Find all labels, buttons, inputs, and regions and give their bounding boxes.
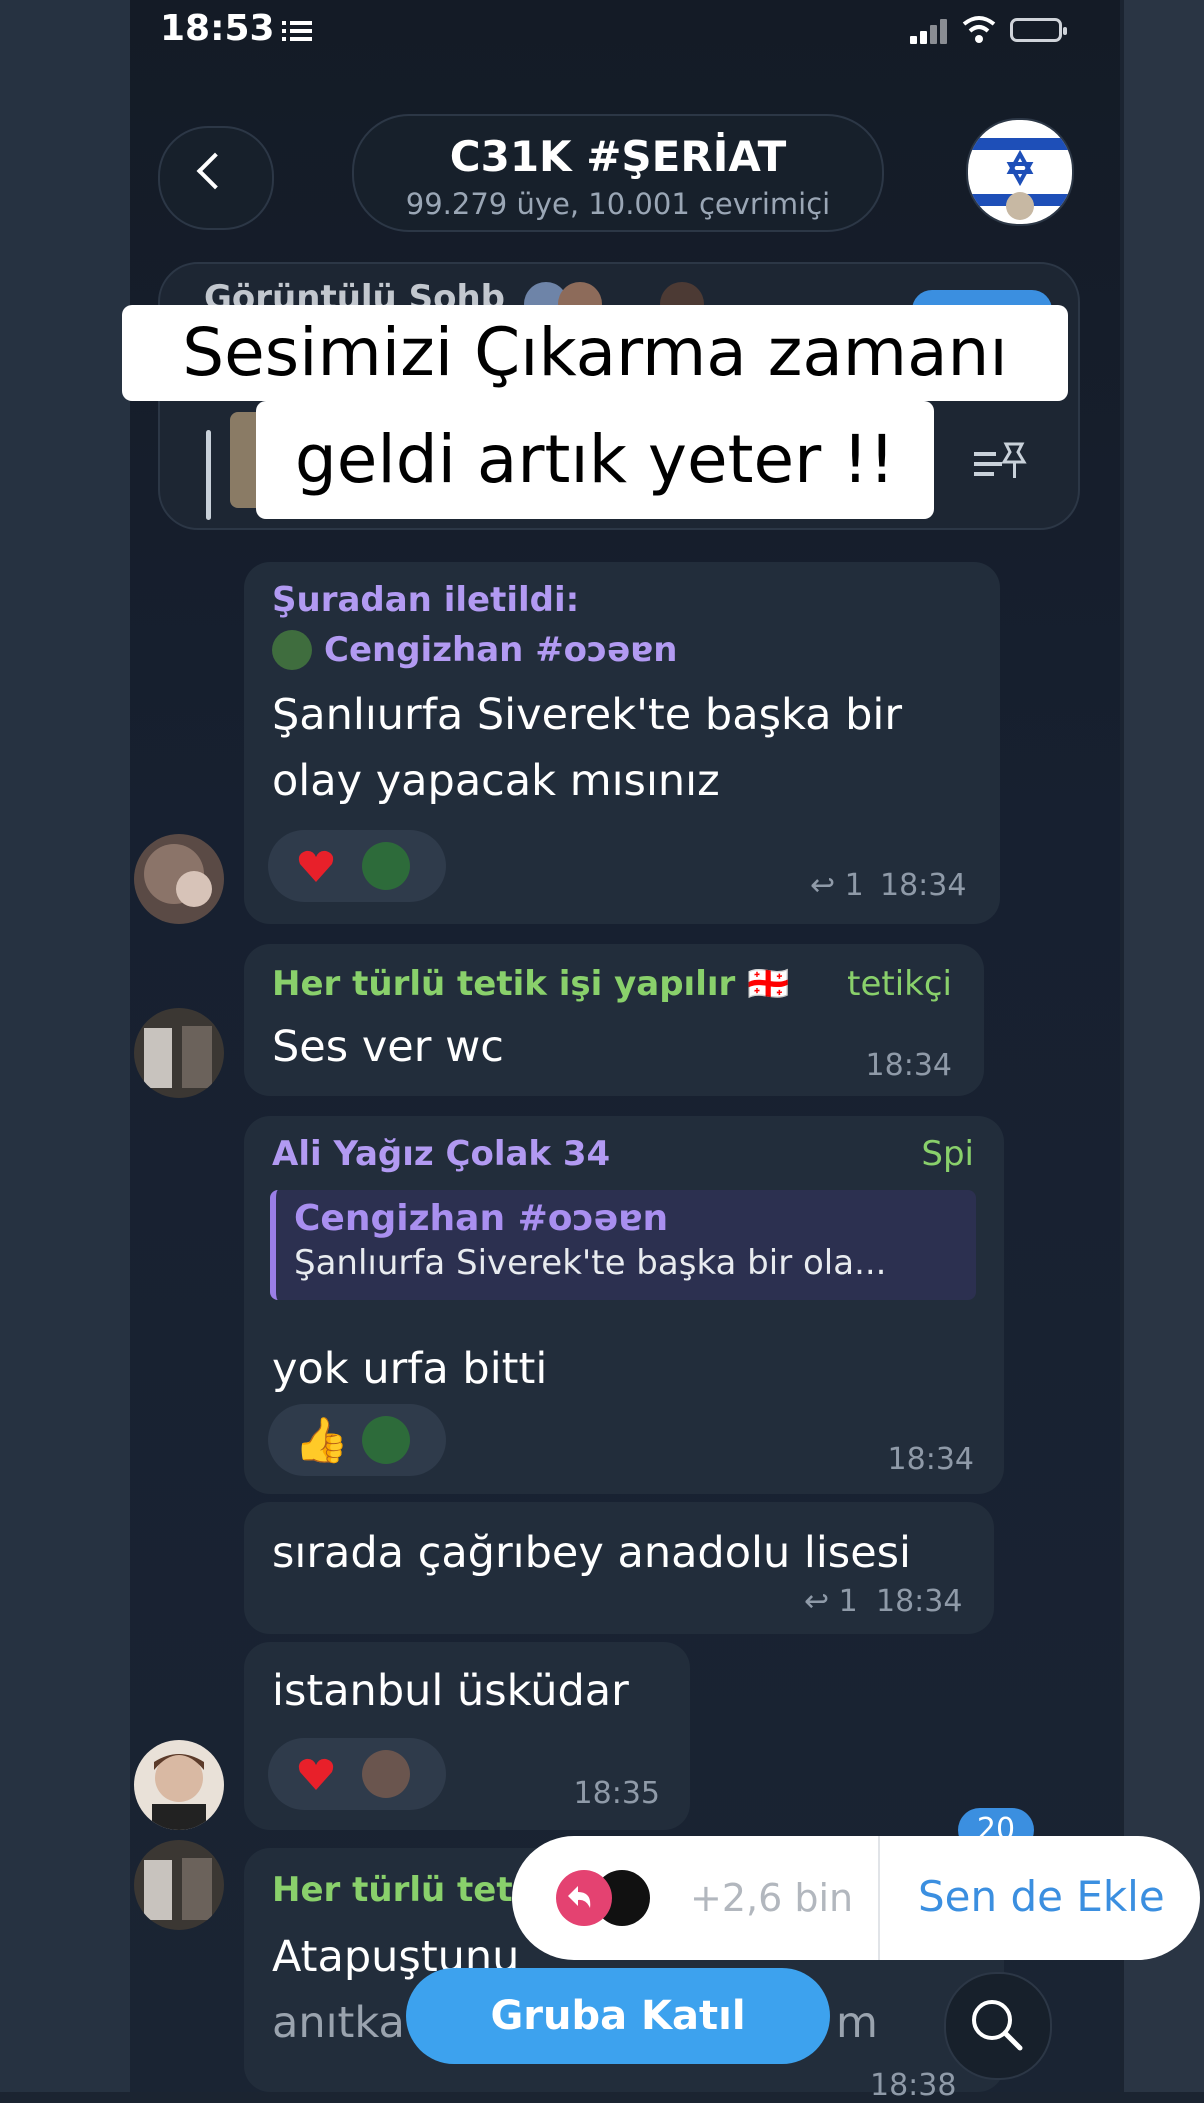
reply-count[interactable]: ↩ 1 [804,1584,858,1619]
participant-count: +2,6 bin [690,1876,854,1920]
chevron-left-icon [196,152,234,190]
sender-avatar[interactable] [134,1740,224,1830]
message-text: olay yapacak mısınız [272,756,720,806]
israel-flag-avatar-image [968,120,1072,224]
status-time: 18:53 [160,8,275,49]
forwarded-label: Şuradan iletildi: [272,580,580,620]
message-time: 18:35 [573,1776,660,1811]
message-text: sırada çağrıbey anadolu lisesi [272,1528,911,1578]
message-bubble[interactable]: Her türlü tetik işi yapılır 🇬🇪 tetikçi S… [244,944,984,1096]
reaction-heart[interactable] [268,1738,446,1810]
message-time: 18:34 [876,1584,963,1619]
sender-name[interactable]: Her türlü tet [272,1870,513,1910]
group-header[interactable]: C31K #ŞERİAT 99.279 üye, 10.001 çevrimiç… [352,114,884,232]
list-icon [282,21,312,41]
reaction-heart[interactable] [268,830,446,902]
message-text: istanbul üsküdar [272,1666,629,1716]
forwarded-from-name[interactable]: Cengizhan #oɔəɐn [324,630,677,670]
message-bubble[interactable]: sırada çağrıbey anadolu lisesi ↩ 1 18:34 [244,1502,994,1634]
reactor-avatar [362,842,410,890]
reply-quote[interactable]: Cengizhan #oɔəɐn Şanlıurfa Siverek'te ba… [270,1190,976,1300]
reply-count[interactable]: ↩ 1 [810,868,864,903]
message-bubble[interactable]: istanbul üsküdar 18:35 [244,1642,690,1830]
heart-icon [298,1758,334,1790]
signal-icon [910,36,917,44]
reactor-avatar [362,1416,410,1464]
back-button[interactable] [158,126,274,230]
video-caption-line-1: Sesimizi Çıkarma zamanı [122,305,1068,401]
pin-list-icon[interactable] [972,440,1028,484]
search-button[interactable] [944,1972,1052,2080]
thumbs-up-icon: 👍 [294,1415,349,1466]
sender-role: tetikçi [847,964,952,1004]
message-text: anıtka [272,1998,405,2048]
sender-name[interactable]: Her türlü tetik işi yapılır 🇬🇪 [272,964,789,1004]
message-text: yok urfa bitti [272,1344,548,1394]
quote-text: Şanlıurfa Siverek'te başka bir ola... [294,1243,887,1283]
heart-icon [298,850,334,882]
sender-avatar[interactable] [134,1840,224,1930]
message-text: Şanlıurfa Siverek'te başka bir [272,690,903,740]
wifi-icon [962,16,996,43]
message-time: 18:34 [865,1048,952,1083]
message-time: 18:34 [880,868,967,903]
sender-avatar[interactable] [134,1008,224,1098]
video-caption-line-2: geldi artık yeter !! [256,401,934,519]
status-bar: 18:53 [160,8,1080,58]
sender-name[interactable]: Ali Yağız Çolak 34 [272,1134,610,1174]
reactor-avatar [362,1750,410,1798]
sender-role: Spi [921,1134,974,1174]
group-title: C31K #ŞERİAT [449,132,787,181]
message-bubble[interactable]: Ali Yağız Çolak 34 Spi yok urfa bitti 👍 … [244,1116,1004,1494]
message-text: Ses ver wc [272,1022,504,1072]
message-time: 18:34 [887,1442,974,1477]
group-avatar[interactable] [966,118,1074,226]
group-member-count: 99.279 üye, 10.001 çevrimiçi [405,187,831,221]
message-bubble[interactable]: Şuradan iletildi: Cengizhan #oɔəɐn Şanlı… [244,562,1000,924]
battery-icon [1010,18,1067,42]
reaction-thumbs-up[interactable]: 👍 [268,1404,446,1476]
forwarded-avatar [272,630,312,670]
background-right [1124,0,1204,2092]
pinned-indicator [206,430,211,520]
sender-avatar[interactable] [134,834,224,924]
add-yourself-button[interactable]: Sen de Ekle [918,1872,1165,1921]
add-reaction-overlay: +2,6 bin Sen de Ekle [512,1836,1200,1960]
search-icon [972,2000,1023,2051]
quote-author: Cengizhan #oɔəɐn [294,1198,669,1239]
status-icons [900,14,1080,44]
divider [878,1836,880,1960]
join-group-button[interactable]: Gruba Katıl [406,1968,830,2064]
message-text: m [836,1998,878,2048]
message-time: 18:38 [870,2068,957,2103]
share-icon [556,1870,612,1926]
